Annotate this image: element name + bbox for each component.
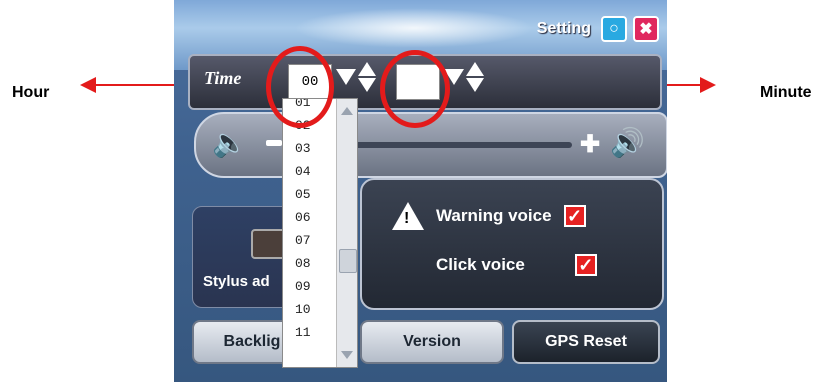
time-label: Time: [204, 68, 242, 88]
hour-option[interactable]: 11: [283, 321, 339, 344]
warning-voice-row: ! Warning voice ✓: [392, 202, 586, 230]
hour-option[interactable]: 01: [283, 99, 339, 114]
hour-option[interactable]: 07: [283, 229, 339, 252]
time-row: Time 00: [188, 54, 662, 110]
warning-icon: !: [392, 202, 424, 230]
title-bar: Setting ○ ✖: [537, 16, 659, 42]
window-title: Setting: [536, 20, 591, 37]
warning-voice-checkbox[interactable]: ✓: [563, 205, 586, 227]
minute-arrowhead-icon: [700, 77, 716, 93]
hour-option[interactable]: 04: [283, 160, 339, 183]
hour-stepper-icon[interactable]: [358, 62, 376, 92]
hour-field[interactable]: 00: [288, 64, 332, 100]
minute-spinner[interactable]: [444, 62, 484, 92]
minute-dropdown-arrow-icon[interactable]: [444, 69, 464, 85]
settings-icon: ○: [609, 20, 619, 37]
speaker-low-icon: 🔈: [212, 127, 247, 158]
hour-dropdown-list[interactable]: 01 02 03 04 05 06 07 08 09 10 11: [282, 98, 358, 368]
hour-option[interactable]: 10: [283, 298, 339, 321]
minute-stepper-icon[interactable]: [466, 62, 484, 92]
minute-field[interactable]: [396, 64, 440, 100]
dropdown-scrollbar[interactable]: [336, 99, 357, 367]
gps-reset-button[interactable]: GPS Reset: [512, 320, 660, 364]
minute-annotation-label: Minute: [760, 84, 812, 101]
hour-annotation-label: Hour: [12, 84, 50, 101]
hour-option[interactable]: 05: [283, 183, 339, 206]
close-button[interactable]: ✖: [633, 16, 659, 42]
plus-icon: ✚: [580, 131, 601, 158]
settings-screen: Setting ○ ✖ Time 00 🔈 ✚ 🔊 Stylus ad ! Wa…: [174, 0, 667, 382]
close-icon: ✖: [639, 21, 653, 38]
click-voice-label: Click voice: [436, 255, 525, 274]
scroll-down-icon[interactable]: [341, 351, 353, 359]
warning-voice-label: Warning voice: [436, 206, 552, 225]
scroll-thumb[interactable]: [339, 249, 357, 273]
minus-icon: [266, 140, 282, 146]
stylus-label: Stylus ad: [203, 273, 270, 290]
version-button[interactable]: Version: [360, 320, 504, 364]
hour-option[interactable]: 09: [283, 275, 339, 298]
settings-button[interactable]: ○: [601, 16, 627, 42]
hour-spinner[interactable]: [336, 62, 376, 92]
scroll-up-icon[interactable]: [341, 107, 353, 115]
audio-panel: ! Warning voice ✓ Click voice ✓: [360, 178, 664, 310]
hour-option[interactable]: 02: [283, 114, 339, 137]
hour-dropdown-arrow-icon[interactable]: [336, 69, 356, 85]
click-voice-checkbox[interactable]: ✓: [574, 254, 597, 276]
volume-slider[interactable]: 🔈 ✚ 🔊: [194, 112, 667, 178]
hour-options: 01 02 03 04 05 06 07 08 09 10 11: [283, 99, 339, 344]
speaker-high-icon: 🔊: [610, 127, 645, 158]
hour-option[interactable]: 03: [283, 137, 339, 160]
hour-option[interactable]: 06: [283, 206, 339, 229]
click-voice-row: Click voice ✓: [436, 254, 597, 276]
hour-option[interactable]: 08: [283, 252, 339, 275]
